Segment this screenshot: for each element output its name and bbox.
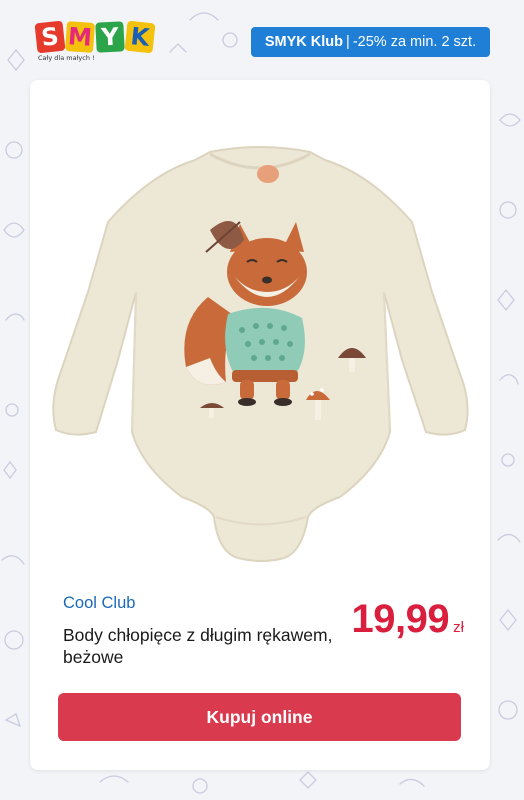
club-separator: |	[346, 34, 350, 50]
logo-tagline: Cały dla małych !	[38, 54, 95, 62]
product-price: 19,99 zł	[352, 597, 464, 642]
product-card: Cool Club Body chłopięce z długim rękawe…	[30, 80, 490, 770]
price-currency: zł	[453, 619, 464, 636]
product-name[interactable]: Body chłopięce z długim rękawem, beżowe	[63, 624, 333, 668]
buy-online-button[interactable]: Kupuj online	[58, 693, 461, 741]
smyk-klub-badge: SMYK Klub | -25% za min. 2 szt.	[251, 27, 490, 57]
logo-letters: S M Y K	[34, 20, 156, 54]
price-amount: 19,99	[351, 597, 450, 641]
product-brand[interactable]: Cool Club	[63, 594, 135, 613]
logo-letter-m: M	[64, 21, 96, 53]
club-offer: -25% za min. 2 szt.	[352, 34, 477, 50]
logo-letter-k: K	[124, 20, 156, 54]
smyk-logo[interactable]: S M Y K Cały dla małych !	[34, 20, 160, 64]
logo-letter-y: Y	[95, 21, 125, 53]
club-name: SMYK Klub	[264, 34, 344, 50]
fox-bodysuit-image	[52, 146, 469, 562]
logo-letter-s: S	[34, 20, 66, 54]
